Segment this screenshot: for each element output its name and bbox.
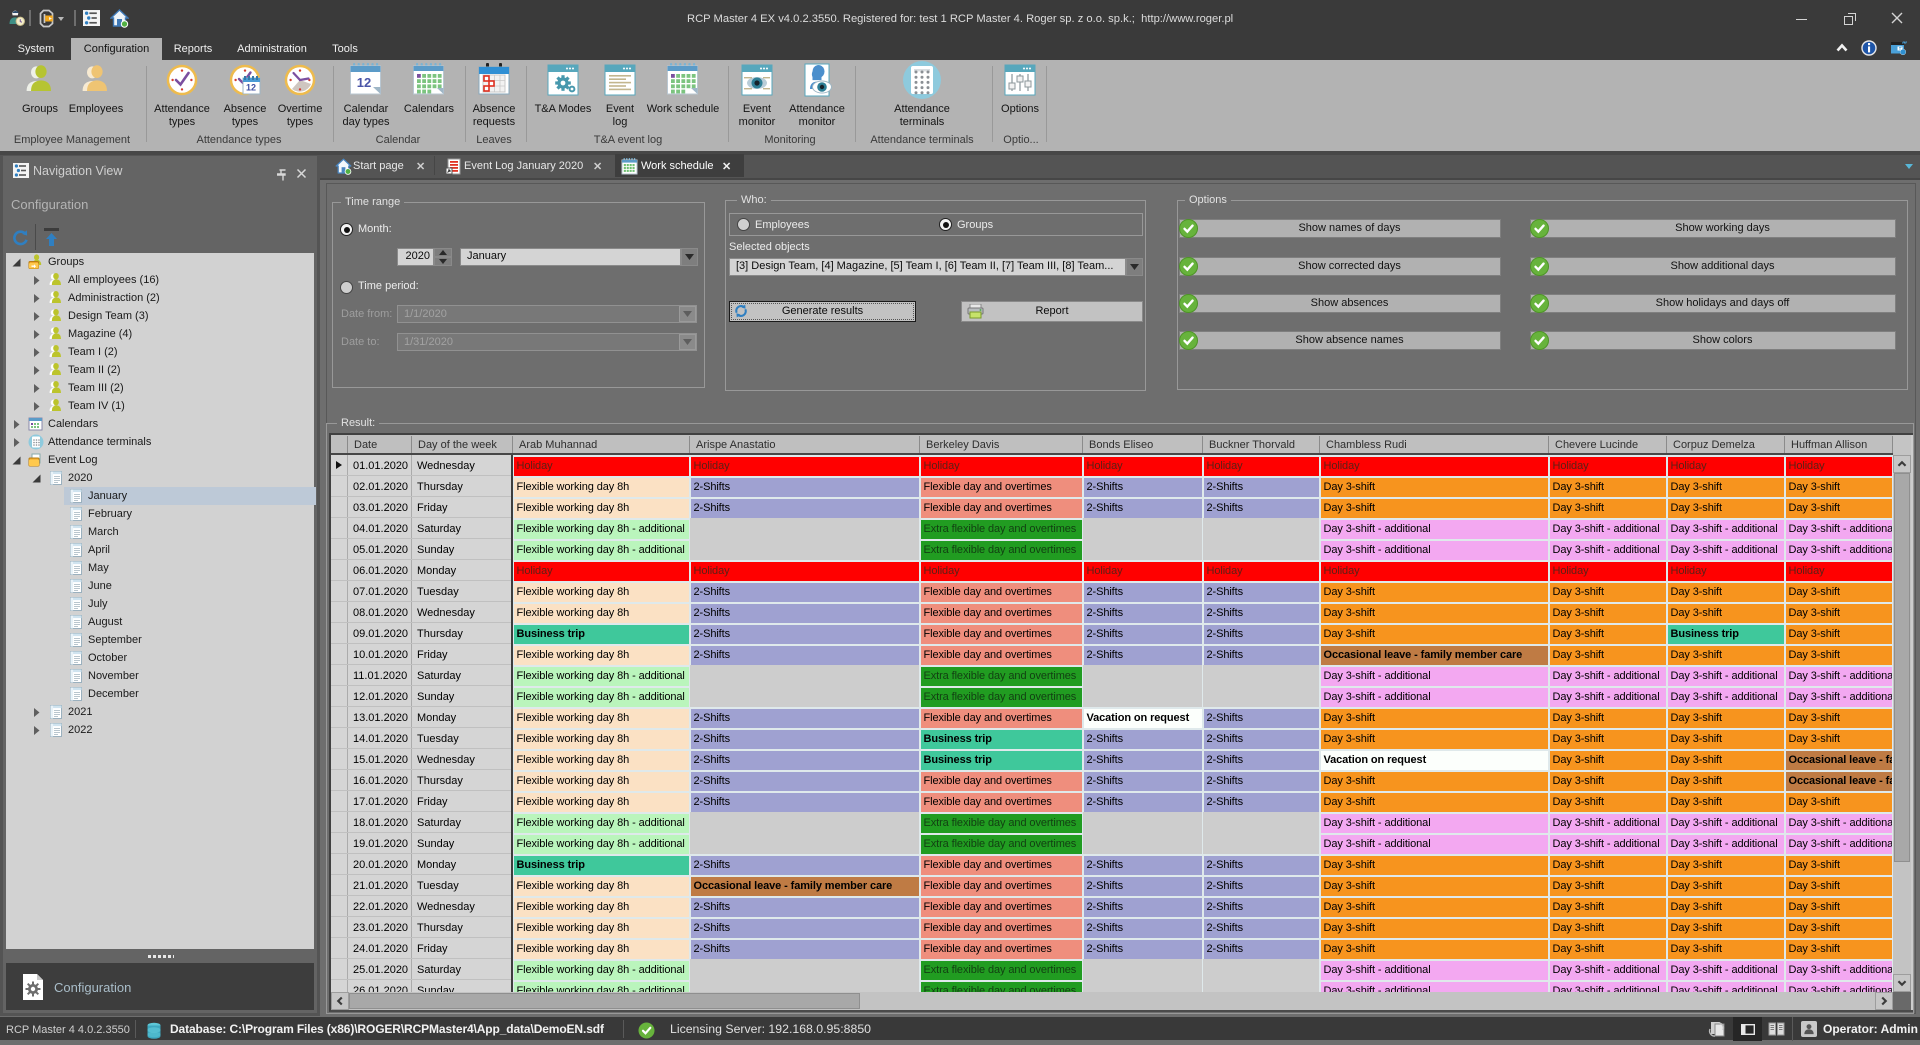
svg-text:12: 12 xyxy=(357,75,371,90)
svg-text:12: 12 xyxy=(246,83,256,93)
